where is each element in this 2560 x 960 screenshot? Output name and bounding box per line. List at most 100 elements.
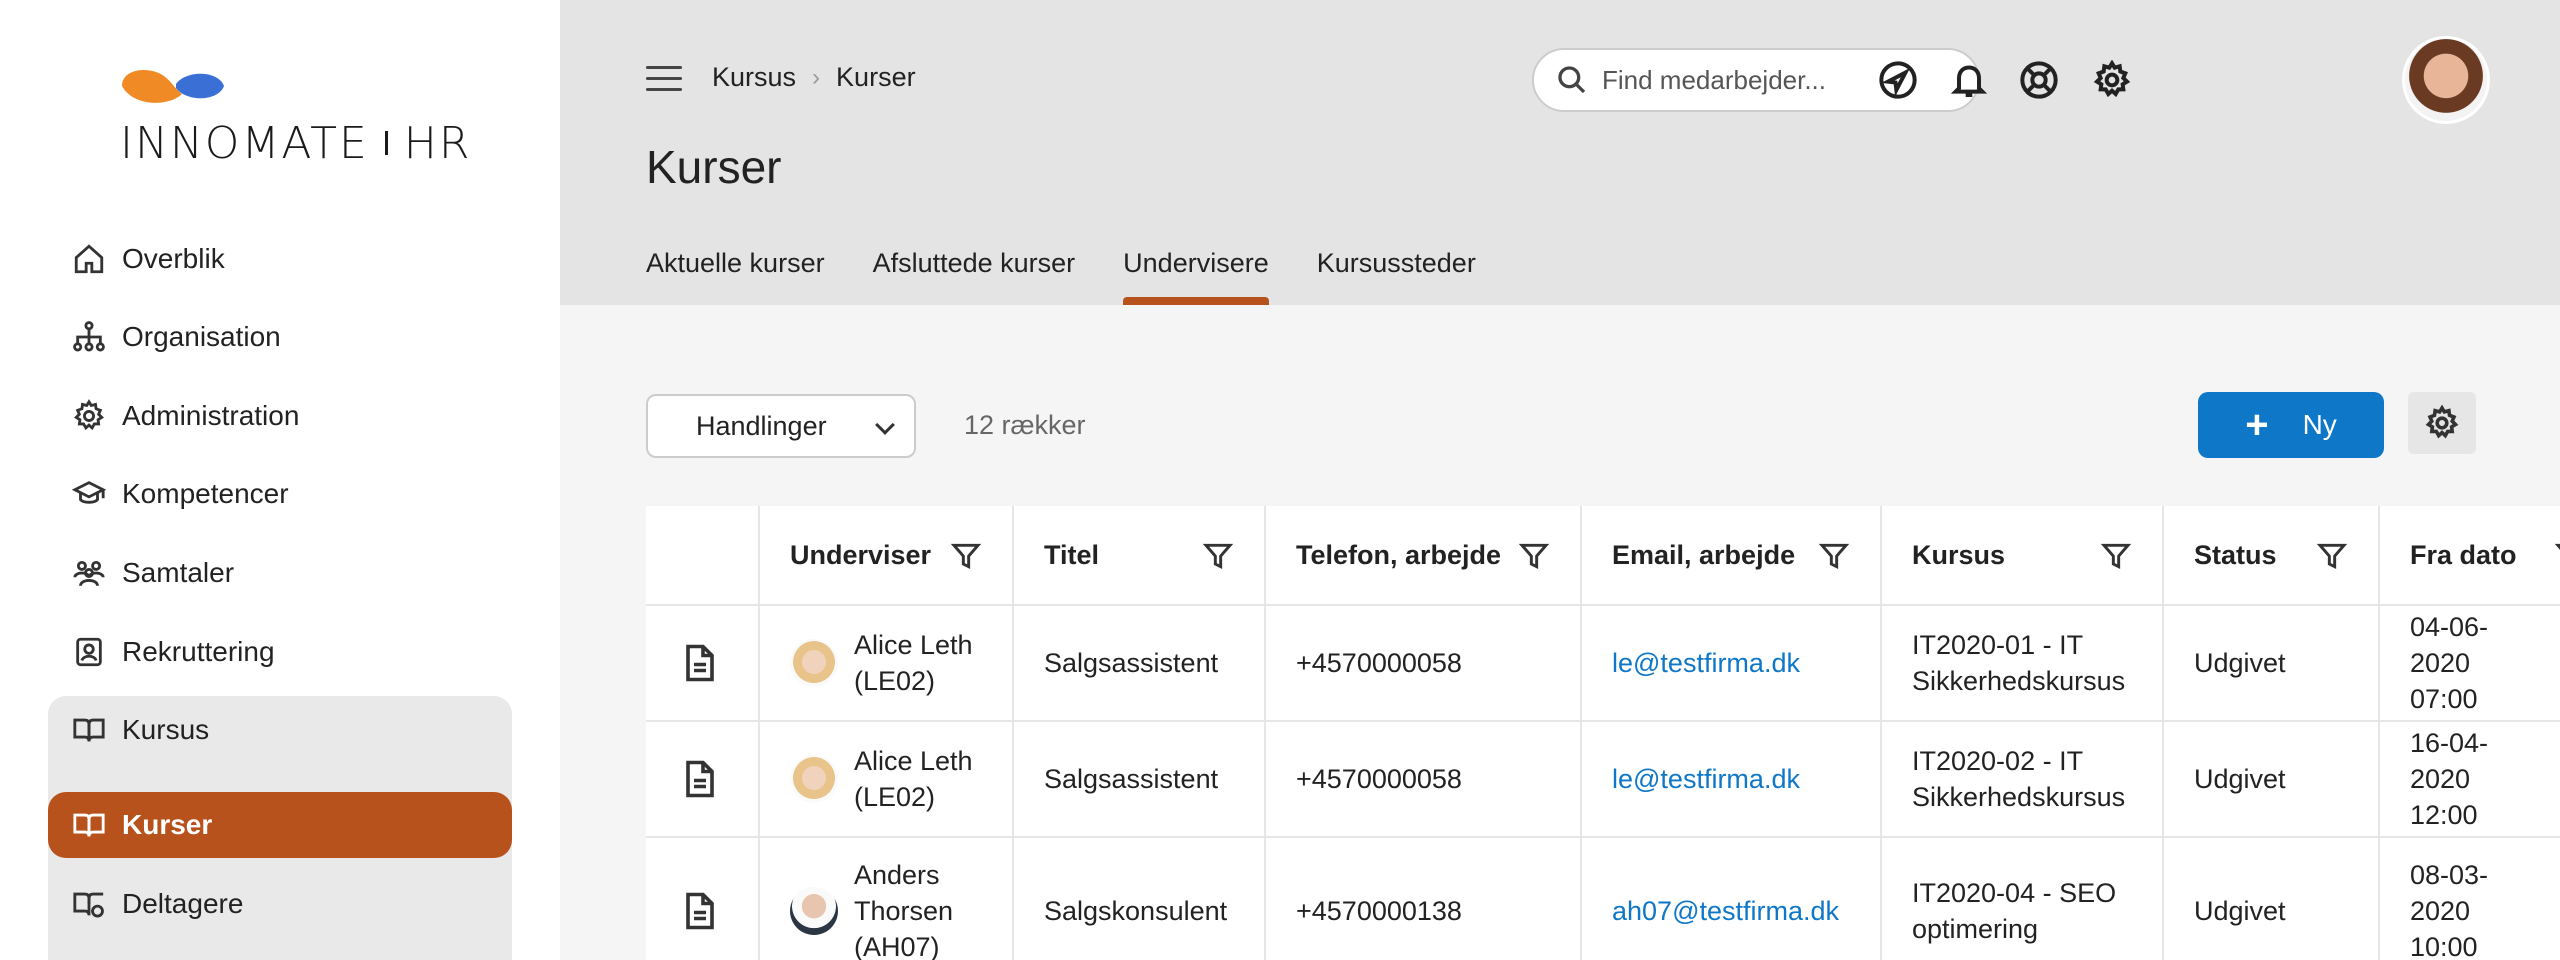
sidebar-item-rekruttering[interactable]: Rekruttering <box>48 619 512 685</box>
document-icon[interactable] <box>682 891 718 931</box>
column-titel: Titel Salgsassistent Salgsassistent Salg… <box>1014 506 1266 960</box>
table-cell: +4570000138 <box>1266 838 1580 960</box>
table-cell: Alice Leth (LE02) <box>760 606 1012 722</box>
tab-bar: Aktuelle kurser Afsluttede kurser Underv… <box>646 248 1524 305</box>
table-cell: Udgivet <box>2164 722 2378 838</box>
sidebar-item-label: Administration <box>122 400 300 431</box>
table-cell: +4570000058 <box>1266 606 1580 722</box>
new-button-label: Ny <box>2302 409 2337 440</box>
teacher-name: Alice Leth (LE02) <box>854 630 973 696</box>
document-icon[interactable] <box>682 643 718 683</box>
table-settings-button[interactable] <box>2408 392 2476 454</box>
table-cell: Udgivet <box>2164 606 2378 722</box>
navigation-icon[interactable] <box>1876 58 1920 102</box>
table-cell: IT2020-01 - IT Sikkerhedskursus <box>1882 606 2162 722</box>
column-header-label: Status <box>2194 539 2277 570</box>
sidebar-item-label: Overblik <box>122 243 225 274</box>
id-badge-icon <box>70 633 108 671</box>
book-icon <box>70 806 108 844</box>
sidebar-item-overblik[interactable]: Overblik <box>48 226 512 292</box>
column-kursus: Kursus IT2020-01 - IT Sikkerhedskursus I… <box>1882 506 2164 960</box>
actions-dropdown[interactable]: Handlinger <box>646 394 916 458</box>
column-header-label: Kursus <box>1912 539 2006 570</box>
app-logo[interactable]: INNOMATE HR <box>120 62 469 172</box>
document-icon[interactable] <box>682 759 718 799</box>
book-person-icon <box>70 885 108 923</box>
filter-icon[interactable] <box>1818 540 1850 572</box>
filter-icon[interactable] <box>2316 540 2348 572</box>
column-header[interactable]: Status <box>2164 506 2378 606</box>
email-link[interactable]: ah07@testfirma.dk <box>1582 838 1880 960</box>
table-cell: Udgivet <box>2164 838 2378 960</box>
lifebuoy-icon[interactable] <box>2017 58 2061 102</box>
avatar <box>790 639 838 687</box>
new-button[interactable]: + Ny <box>2198 392 2384 458</box>
column-header[interactable]: Underviser <box>760 506 1012 606</box>
org-chart-icon <box>70 318 108 356</box>
filter-icon[interactable] <box>1202 540 1234 572</box>
sidebar-item-label: Deltagere <box>122 888 244 919</box>
column-header[interactable]: Fra dato <box>2380 506 2560 606</box>
sidebar-item-kurser[interactable]: Kurser <box>48 792 512 858</box>
sidebar-item-label: Samtaler <box>122 557 235 588</box>
tab-afsluttede-kurser[interactable]: Afsluttede kurser <box>873 248 1076 301</box>
table-cell: IT2020-02 - IT Sikkerhedskursus <box>1882 722 2162 838</box>
book-icon <box>70 711 108 749</box>
bell-icon[interactable] <box>1947 58 1991 102</box>
logo-mark-icon <box>122 70 224 103</box>
avatar[interactable] <box>2402 36 2490 124</box>
sidebar-item-deltagere[interactable]: Deltagere <box>48 871 512 937</box>
chevron-down-icon <box>875 415 895 435</box>
column-status: Status Udgivet Udgivet Udgivet <box>2164 506 2380 960</box>
column-header-label: Email, arbejde <box>1612 539 1796 570</box>
column-header-label: Titel <box>1044 539 1100 570</box>
column-header-label: Telefon, arbejde <box>1296 539 1502 570</box>
breadcrumb-item-kursus[interactable]: Kursus <box>712 62 796 93</box>
table-cell: 04-06-2020 07:00 <box>2380 606 2560 722</box>
sidebar-item-organisation[interactable]: Organisation <box>48 304 512 370</box>
column-header[interactable]: Email, arbejde <box>1582 506 1880 606</box>
tab-kursussteder[interactable]: Kursussteder <box>1317 248 1476 301</box>
search-icon <box>1558 66 1586 94</box>
table-cell: Salgsassistent <box>1014 722 1264 838</box>
graduation-cap-icon <box>70 475 108 513</box>
menu-icon[interactable] <box>646 66 682 92</box>
people-icon <box>70 554 108 592</box>
column-telefon: Telefon, arbejde +4570000058 +4570000058… <box>1266 506 1582 960</box>
table-cell: Salgskonsulent <box>1014 838 1264 960</box>
table-row[interactable] <box>646 838 758 960</box>
column-header[interactable]: Titel <box>1014 506 1264 606</box>
column-header[interactable]: Telefon, arbejde <box>1266 506 1580 606</box>
teacher-name: Alice Leth (LE02) <box>854 746 973 812</box>
chevron-right-icon: › <box>812 63 821 91</box>
breadcrumb: Kursus › Kurser <box>712 62 916 93</box>
filter-icon[interactable] <box>950 540 982 572</box>
page-title: Kurser <box>646 141 782 193</box>
tab-undervisere[interactable]: Undervisere <box>1123 248 1269 305</box>
breadcrumb-item-kurser: Kurser <box>836 62 916 92</box>
avatar <box>790 755 838 803</box>
tab-aktuelle-kurser[interactable]: Aktuelle kurser <box>646 248 825 301</box>
row-count: 12 rækker <box>964 410 1086 440</box>
sidebar-item-kompetencer[interactable]: Kompetencer <box>48 461 512 527</box>
gear-icon <box>70 397 108 435</box>
gear-icon <box>2425 405 2459 439</box>
table-cell: 08-03-2020 10:00 <box>2380 838 2560 960</box>
gear-icon[interactable] <box>2090 58 2134 102</box>
sidebar-item-samtaler[interactable]: Samtaler <box>48 540 512 606</box>
filter-icon[interactable] <box>1518 540 1550 572</box>
column-header-label: Underviser <box>790 539 932 570</box>
column-fra-dato: Fra dato 04-06-2020 07:00 16-04-2020 12:… <box>2380 506 2560 960</box>
email-link[interactable]: le@testfirma.dk <box>1582 722 1880 838</box>
filter-icon[interactable] <box>2100 540 2132 572</box>
column-header[interactable]: Kursus <box>1882 506 2162 606</box>
column-underviser: Underviser Alice Leth (LE02) Alice Leth … <box>760 506 1014 960</box>
sidebar-item-administration[interactable]: Administration <box>48 383 512 449</box>
filter-icon[interactable] <box>2554 540 2560 572</box>
sidebar-item-label: Kursus <box>122 714 210 745</box>
email-link[interactable]: le@testfirma.dk <box>1582 606 1880 722</box>
table-row[interactable] <box>646 722 758 838</box>
sidebar-item-kursus[interactable]: Kursus <box>48 697 512 763</box>
table-row[interactable] <box>646 606 758 722</box>
table-cell: Alice Leth (LE02) <box>760 722 1012 838</box>
